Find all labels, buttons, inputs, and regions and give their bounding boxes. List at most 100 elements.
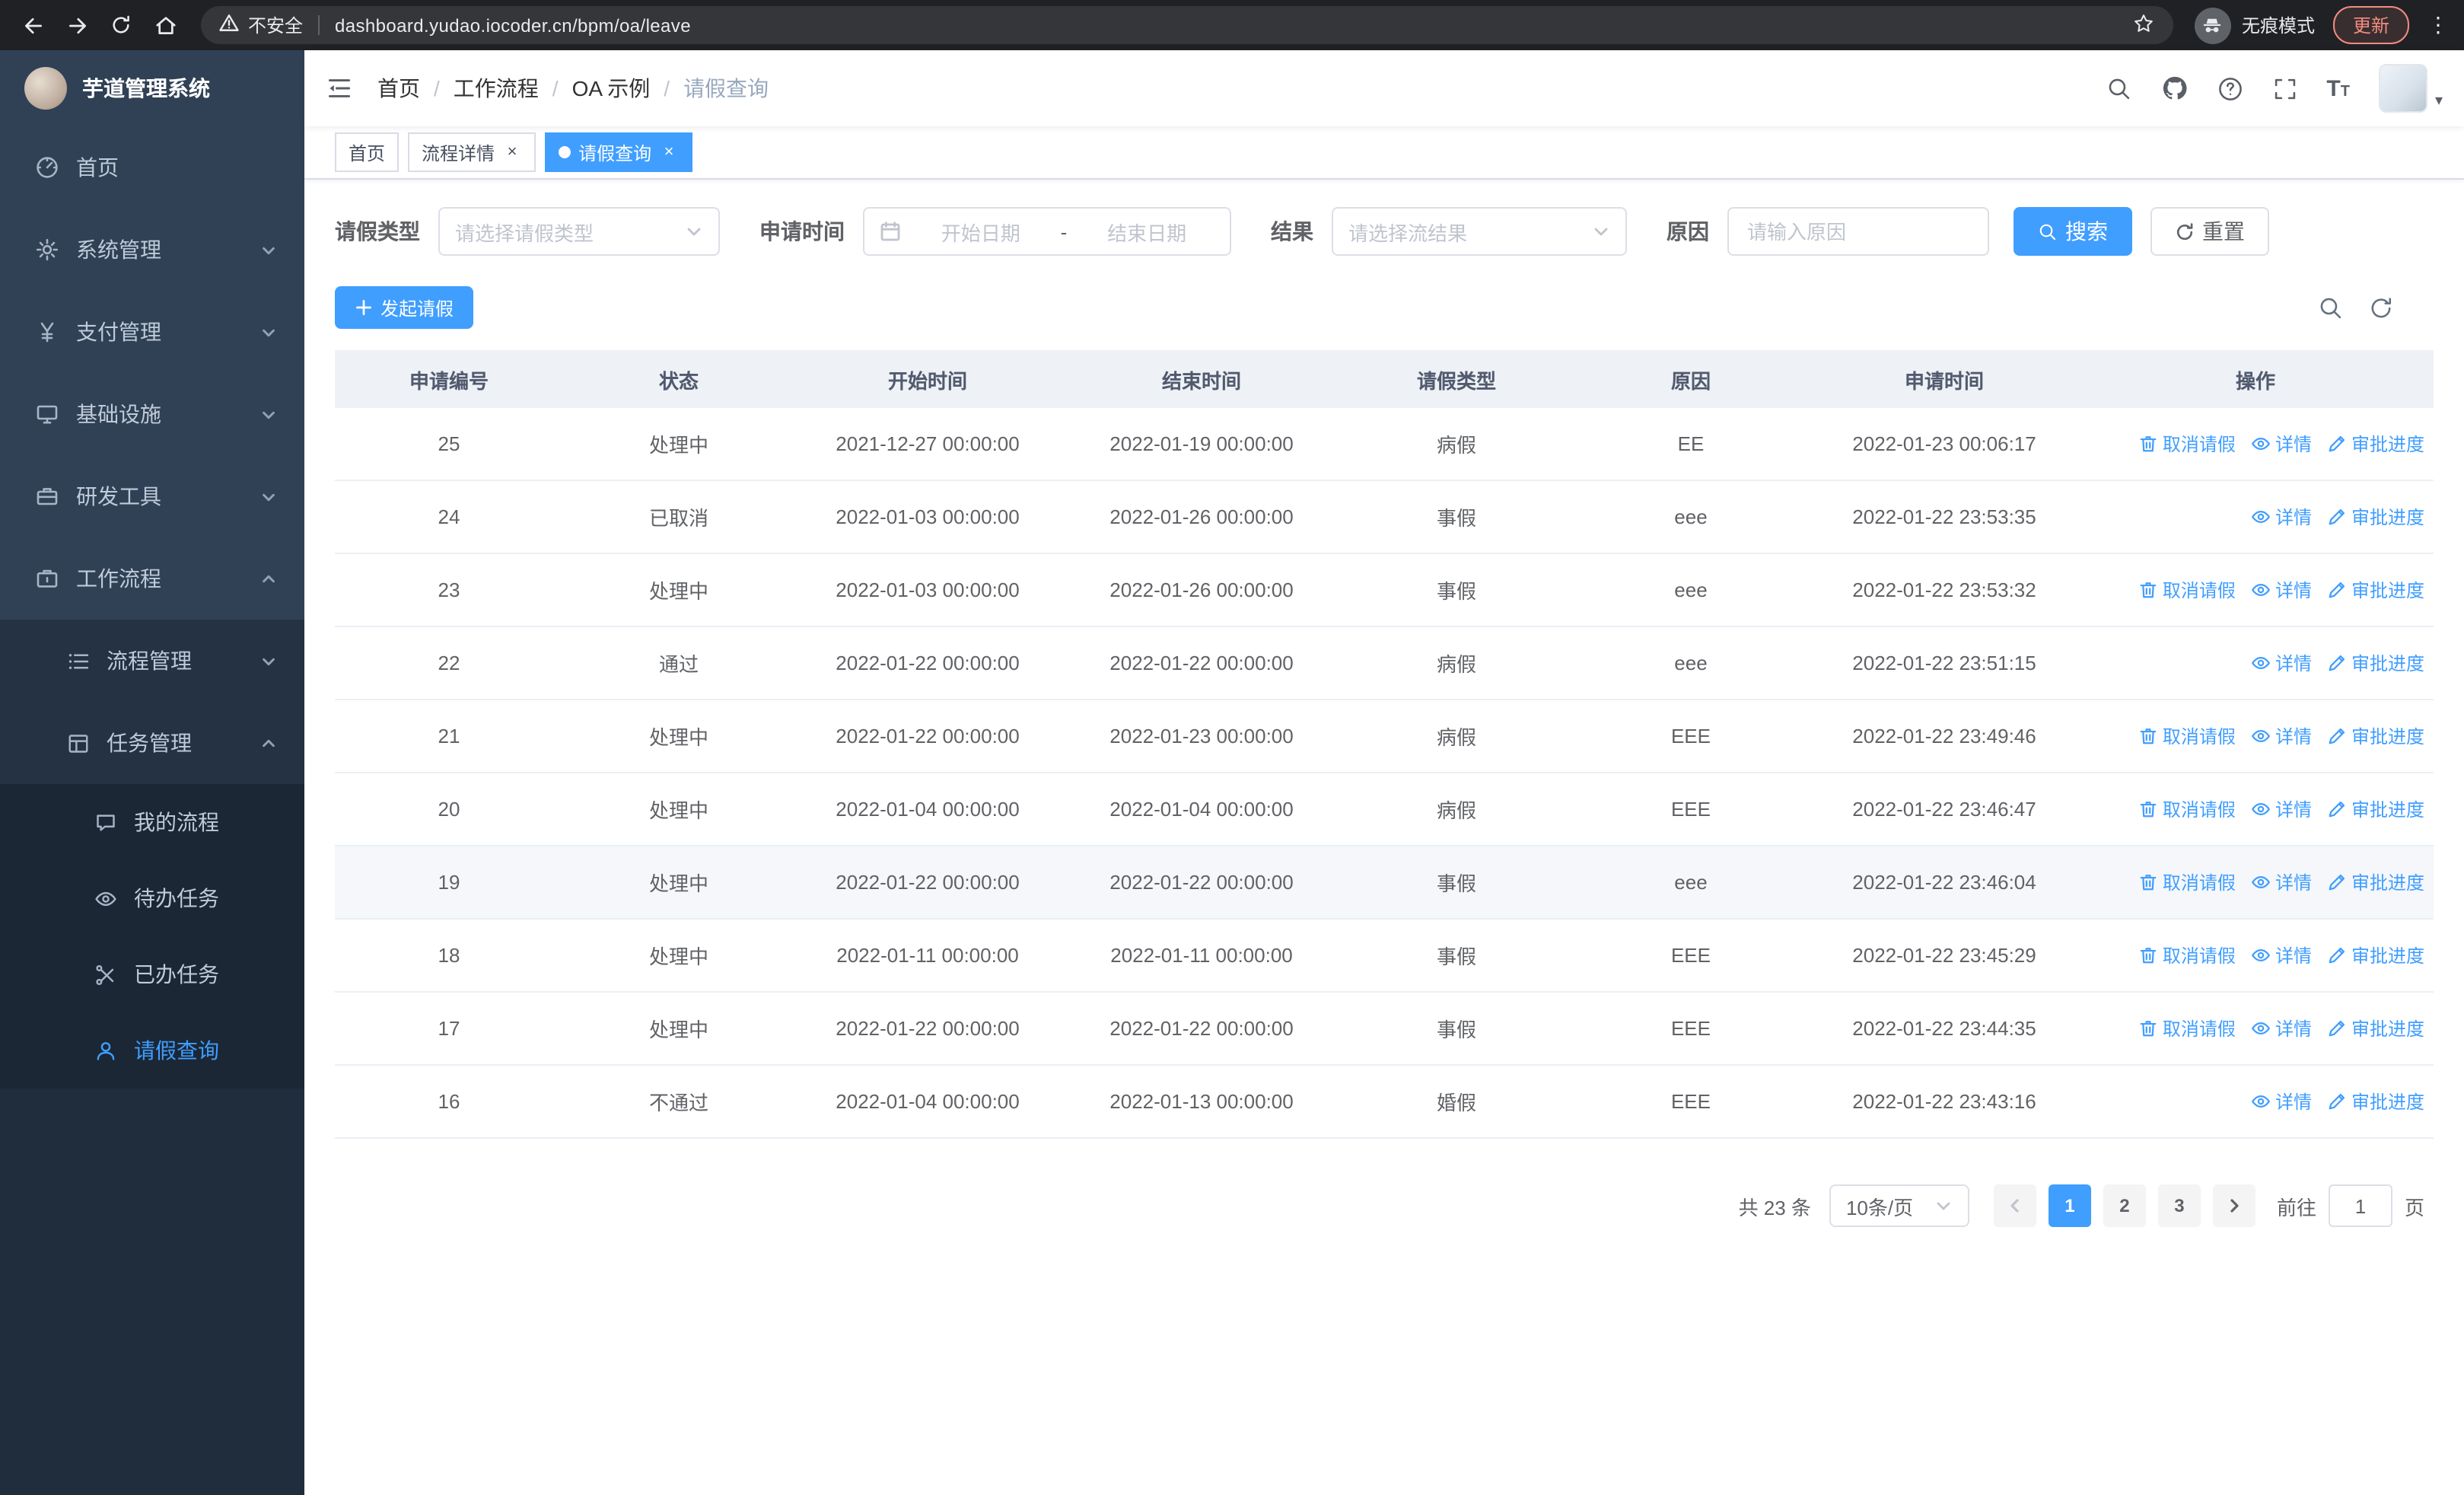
sidebar-item-pending-tasks[interactable]: 待办任务 (0, 860, 304, 936)
sidebar-item-workflow[interactable]: 工作流程 (0, 537, 304, 620)
browser-home-button[interactable] (145, 5, 186, 46)
tab-process-detail[interactable]: 流程详情 × (408, 132, 536, 172)
tab-leave-query[interactable]: 请假查询 × (545, 132, 693, 172)
approval-progress-link[interactable]: 审批进度 (2327, 504, 2424, 530)
breadcrumb-item[interactable]: 首页 (377, 73, 420, 104)
approval-progress-link[interactable]: 审批进度 (2327, 577, 2424, 603)
sidebar-item-leave-query[interactable]: 请假查询 (0, 1012, 304, 1089)
cancel-leave-link[interactable]: 取消请假 (2138, 723, 2236, 749)
approval-progress-link[interactable]: 审批进度 (2327, 796, 2424, 822)
detail-link[interactable]: 详情 (2251, 577, 2312, 603)
page-size-select[interactable]: 10条/页 (1829, 1184, 1969, 1227)
sidebar-item-done-tasks[interactable]: 已办任务 (0, 936, 304, 1012)
tab-home[interactable]: 首页 (335, 132, 400, 172)
detail-link[interactable]: 详情 (2251, 723, 2312, 749)
table-row[interactable]: 19 处理中 2022-01-22 00:00:00 2022-01-22 00… (335, 846, 2434, 920)
next-page-button[interactable] (2212, 1184, 2255, 1227)
github-icon[interactable] (2160, 75, 2188, 102)
cell-end-time: 2022-01-11 00:00:00 (1110, 944, 1293, 967)
leave-type-select[interactable]: 请选择请假类型 (438, 207, 720, 256)
filter-form: 请假类型 请选择请假类型 申请时间 开始日期 - 结束日期 结果 请选择流结果 … (335, 207, 2434, 256)
reset-button[interactable]: 重置 (2150, 207, 2269, 256)
page-button-3[interactable]: 3 (2157, 1184, 2201, 1227)
detail-link[interactable]: 详情 (2251, 869, 2312, 895)
table-row[interactable]: 16 不通过 2022-01-04 00:00:00 2022-01-13 00… (335, 1066, 2434, 1139)
detail-link[interactable]: 详情 (2251, 1015, 2312, 1041)
sidebar-item-system[interactable]: 系统管理 (0, 209, 304, 291)
cell-leave-type: 病假 (1436, 653, 1476, 676)
table-row[interactable]: 20 处理中 2022-01-04 00:00:00 2022-01-04 00… (335, 773, 2434, 846)
site-security-chip[interactable]: 不安全 (219, 12, 303, 38)
prev-page-button[interactable] (1993, 1184, 2036, 1227)
approval-progress-link[interactable]: 审批进度 (2327, 431, 2424, 457)
table-row[interactable]: 17 处理中 2022-01-22 00:00:00 2022-01-22 00… (335, 993, 2434, 1066)
sidebar-item-dev-tools[interactable]: 研发工具 (0, 455, 304, 537)
sidebar-item-my-processes[interactable]: 我的流程 (0, 784, 304, 860)
table-row[interactable]: 24 已取消 2022-01-03 00:00:00 2022-01-26 00… (335, 481, 2434, 554)
table-row[interactable]: 22 通过 2022-01-22 00:00:00 2022-01-22 00:… (335, 627, 2434, 700)
detail-link[interactable]: 详情 (2251, 431, 2312, 457)
user-menu[interactable]: ▾ (2378, 64, 2443, 113)
table-refresh-button[interactable] (2368, 295, 2394, 320)
bookmark-star-icon[interactable] (2132, 11, 2155, 39)
cancel-leave-link[interactable]: 取消请假 (2138, 431, 2236, 457)
sidebar-item-infrastructure[interactable]: 基础设施 (0, 373, 304, 455)
search-button[interactable]: 搜索 (2014, 207, 2132, 256)
approval-progress-link[interactable]: 审批进度 (2327, 942, 2424, 968)
browser-address-bar[interactable]: 不安全 dashboard.yudao.iocoder.cn/bpm/oa/le… (201, 6, 2173, 44)
reason-input[interactable] (1744, 218, 1972, 244)
help-icon[interactable] (2217, 75, 2243, 101)
cell-actions: 取消请假 详情 审批进度 (2077, 1015, 2434, 1041)
approval-progress-link[interactable]: 审批进度 (2327, 1089, 2424, 1114)
detail-link[interactable]: 详情 (2251, 504, 2312, 530)
table-search-toggle-button[interactable] (2318, 295, 2344, 320)
approval-progress-link[interactable]: 审批进度 (2327, 723, 2424, 749)
goto-page-input[interactable] (2328, 1184, 2392, 1227)
detail-link[interactable]: 详情 (2251, 1089, 2312, 1114)
cancel-leave-link[interactable]: 取消请假 (2138, 1015, 2236, 1041)
calendar-icon (880, 221, 901, 242)
cell-leave-type: 事假 (1436, 580, 1476, 603)
font-size-icon[interactable]: TT (2326, 77, 2350, 100)
close-icon[interactable]: × (659, 142, 679, 162)
browser-menu-icon[interactable]: ⋮ (2424, 12, 2452, 38)
cancel-leave-link[interactable]: 取消请假 (2138, 869, 2236, 895)
cell-start-time: 2022-01-22 00:00:00 (836, 871, 1020, 894)
sidebar-item-payment[interactable]: 支付管理 (0, 291, 304, 373)
table-row[interactable]: 23 处理中 2022-01-03 00:00:00 2022-01-26 00… (335, 554, 2434, 627)
breadcrumb-item[interactable]: 工作流程 (454, 73, 539, 104)
detail-link[interactable]: 详情 (2251, 796, 2312, 822)
approval-progress-link[interactable]: 审批进度 (2327, 1015, 2424, 1041)
sidebar-item-home[interactable]: 首页 (0, 126, 304, 209)
close-icon[interactable]: × (502, 142, 522, 162)
fullscreen-icon[interactable] (2271, 75, 2297, 101)
browser-update-button[interactable]: 更新 (2332, 6, 2409, 44)
approval-progress-link[interactable]: 审批进度 (2327, 869, 2424, 895)
cancel-leave-link[interactable]: 取消请假 (2138, 577, 2236, 603)
table-row[interactable]: 21 处理中 2022-01-22 00:00:00 2022-01-23 00… (335, 700, 2434, 773)
cell-reason: EEE (1670, 944, 1711, 967)
page-button-1[interactable]: 1 (2048, 1184, 2091, 1227)
cancel-leave-link[interactable]: 取消请假 (2138, 942, 2236, 968)
avatar[interactable] (2378, 64, 2427, 113)
browser-reload-button[interactable] (100, 5, 142, 46)
browser-back-button[interactable] (12, 5, 53, 46)
detail-link[interactable]: 详情 (2251, 650, 2312, 676)
chevron-down-icon: ▾ (2434, 93, 2443, 110)
app-logo[interactable]: 芋道管理系统 (0, 50, 304, 126)
date-range-picker[interactable]: 开始日期 - 结束日期 (863, 207, 1231, 256)
page-button-2[interactable]: 2 (2103, 1184, 2146, 1227)
detail-link[interactable]: 详情 (2251, 942, 2312, 968)
create-leave-button[interactable]: 发起请假 (335, 286, 474, 329)
table-row[interactable]: 18 处理中 2022-01-11 00:00:00 2022-01-11 00… (335, 920, 2434, 993)
header-search-icon[interactable] (2106, 75, 2131, 101)
table-row[interactable]: 25 处理中 2021-12-27 00:00:00 2022-01-19 00… (335, 408, 2434, 481)
breadcrumb-item[interactable]: OA 示例 (572, 73, 651, 104)
approval-progress-link[interactable]: 审批进度 (2327, 650, 2424, 676)
cancel-leave-link[interactable]: 取消请假 (2138, 796, 2236, 822)
sidebar-item-process-management[interactable]: 流程管理 (0, 620, 304, 702)
result-select[interactable]: 请选择流结果 (1332, 207, 1627, 256)
sidebar-toggle-icon[interactable] (326, 75, 353, 102)
browser-forward-button[interactable] (56, 5, 97, 46)
sidebar-item-task-management[interactable]: 任务管理 (0, 702, 304, 784)
